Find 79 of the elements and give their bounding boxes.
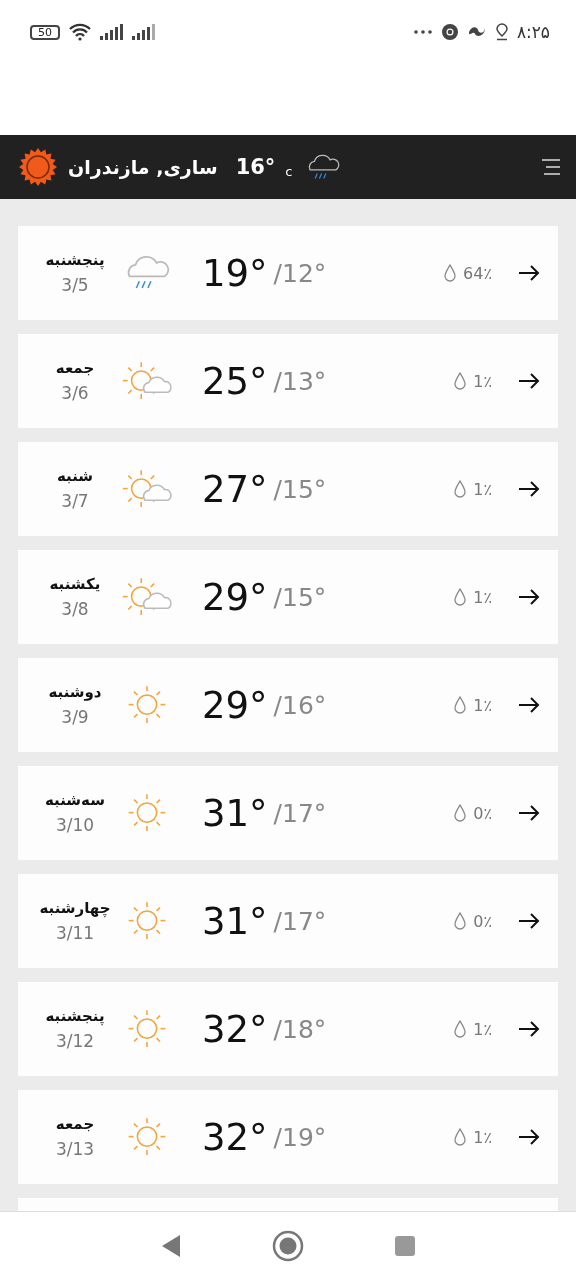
day-name: چهارشنبه [39, 899, 111, 917]
high-temperature: 29° [202, 575, 268, 619]
low-temperature: /13° [273, 366, 327, 396]
back-icon[interactable] [160, 1233, 182, 1259]
arrow-right-icon[interactable] [518, 1128, 540, 1146]
drop-icon [453, 1127, 468, 1147]
precipitation-chance: 0٪ [473, 803, 492, 823]
drop-icon [453, 1019, 468, 1039]
home-icon[interactable] [272, 1230, 304, 1262]
high-temperature: 31° [202, 899, 268, 943]
forecast-date: 3/6 [61, 383, 89, 403]
precipitation-chance: 1٪ [473, 695, 492, 715]
precipitation-chance: 64٪ [463, 263, 492, 283]
drop-icon [453, 803, 468, 823]
day-name: دوشنبه [48, 683, 102, 701]
forecast-date: 3/7 [61, 491, 89, 511]
arrow-right-icon[interactable] [518, 696, 540, 714]
location-name: ساری, مازندران [68, 156, 218, 178]
forecast-date: 3/5 [61, 275, 89, 295]
high-temperature: 32° [202, 1007, 268, 1051]
drop-icon [443, 263, 458, 283]
arrow-right-icon[interactable] [518, 264, 540, 282]
recents-icon[interactable] [394, 1235, 416, 1257]
low-temperature: /18° [273, 1014, 327, 1044]
high-temperature: 27° [202, 467, 268, 511]
arrow-right-icon[interactable] [518, 1020, 540, 1038]
low-temperature: /17° [273, 798, 327, 828]
forecast-date: 3/12 [55, 1031, 95, 1051]
low-temperature: /16° [273, 690, 327, 720]
low-temperature: /19° [273, 1122, 327, 1152]
day-name: جمعه [55, 359, 95, 377]
low-temperature: /15° [273, 474, 327, 504]
wifi-icon [68, 23, 92, 41]
menu-icon[interactable] [540, 158, 562, 176]
day-name: جمعه [55, 1115, 95, 1133]
low-temperature: /15° [273, 582, 327, 612]
forecast-date: 3/9 [61, 707, 89, 727]
arrow-right-icon[interactable] [518, 912, 540, 930]
day-name: پنجشنبه [45, 251, 105, 269]
sun-logo-icon [18, 147, 58, 187]
precipitation-chance: 1٪ [473, 1019, 492, 1039]
temperature-unit: c [285, 164, 293, 179]
more-icon [412, 29, 433, 35]
high-temperature: 19° [202, 251, 268, 295]
browser-icon [440, 23, 459, 41]
drop-icon [453, 371, 468, 391]
precipitation-chance: 1٪ [473, 371, 492, 391]
precipitation-chance: 1٪ [473, 1127, 492, 1147]
precipitation-chance: 1٪ [473, 587, 492, 607]
arrow-right-icon[interactable] [518, 588, 540, 606]
signal-icon [132, 24, 156, 40]
drop-icon [453, 587, 468, 607]
battery-icon: 50 [30, 24, 60, 40]
drop-icon [453, 695, 468, 715]
arrow-right-icon[interactable] [518, 372, 540, 390]
precipitation-chance: 0٪ [473, 911, 492, 931]
low-temperature: /12° [273, 258, 327, 288]
forecast-date: 3/11 [55, 923, 95, 943]
arrow-right-icon[interactable] [518, 804, 540, 822]
day-name: سه‌شنبه [45, 791, 105, 809]
forecast-date: 3/10 [55, 815, 95, 835]
day-name: یکشنبه [49, 575, 101, 593]
current-temperature: 16° [235, 155, 276, 179]
drop-icon [453, 911, 468, 931]
high-temperature: 31° [202, 791, 268, 835]
day-name: شنبه [56, 467, 94, 485]
high-temperature: 25° [202, 359, 268, 403]
arrow-right-icon[interactable] [518, 480, 540, 498]
drop-icon [453, 479, 468, 499]
forecast-date: 3/13 [55, 1139, 95, 1159]
low-temperature: /17° [273, 906, 327, 936]
forecast-date: 3/8 [61, 599, 89, 619]
precipitation-chance: 1٪ [473, 479, 492, 499]
clock-time: ۸:۲۵ [516, 22, 550, 42]
location-icon [494, 23, 509, 41]
high-temperature: 29° [202, 683, 268, 727]
signal-icon [100, 24, 124, 40]
day-name: پنجشنبه [45, 1007, 105, 1025]
high-temperature: 32° [202, 1115, 268, 1159]
